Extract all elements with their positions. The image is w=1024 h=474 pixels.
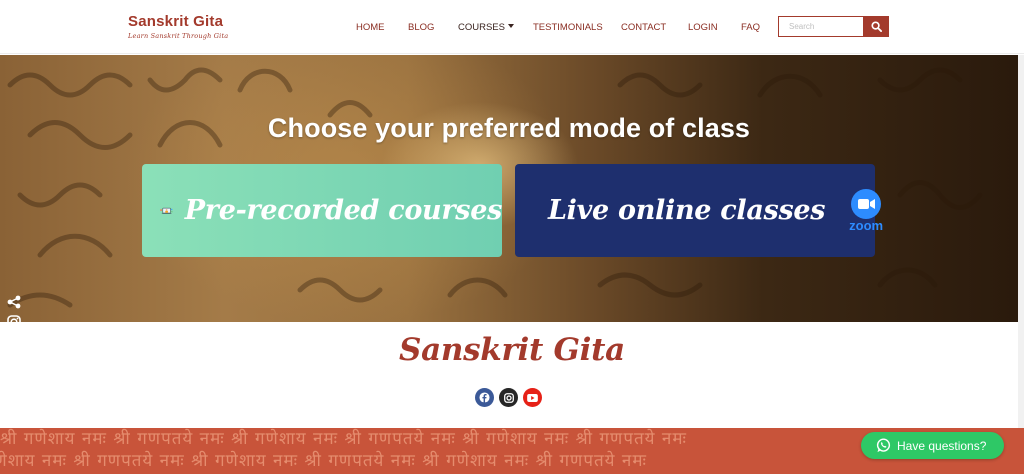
live-online-classes-label: Live online classes — [548, 195, 826, 226]
instagram-icon[interactable] — [499, 388, 518, 407]
prerecorded-courses-label: Pre-recorded courses — [184, 195, 503, 226]
caret-down-icon — [507, 24, 514, 28]
zoom-wordmark: zoom — [849, 217, 884, 233]
whatsapp-chat-button[interactable]: Have questions? — [861, 432, 1004, 459]
footer-brand-title: Sanskrit Gita — [399, 332, 625, 368]
brand-title: Sanskrit Gita — [128, 13, 224, 30]
whatsapp-icon — [876, 438, 891, 453]
social-links — [475, 388, 542, 407]
band-text-row-2: श्री गणेशाय नमः श्री गणपतये नमः श्री गणे… — [0, 451, 647, 471]
facebook-icon[interactable] — [475, 388, 494, 407]
nav-login[interactable]: LOGIN — [688, 22, 718, 33]
zoom-logo: zoom — [849, 188, 884, 233]
share-icon[interactable] — [5, 292, 23, 312]
nav-courses-dropdown[interactable]: COURSES — [458, 22, 514, 33]
nav-testimonials[interactable]: TESTIMONIALS — [533, 22, 603, 33]
floating-social-bar — [5, 292, 23, 322]
search-icon — [870, 21, 882, 32]
search-button[interactable] — [863, 16, 889, 37]
nav-blog[interactable]: BLOG — [408, 22, 434, 33]
nav-faq[interactable]: FAQ — [741, 22, 760, 33]
nav-contact[interactable]: CONTACT — [621, 22, 666, 33]
brand-logo[interactable]: Sanskrit Gita Learn Sanskrit Through Git… — [128, 13, 228, 40]
hero-banner: Choose your preferred mode of class Pre-… — [0, 55, 1018, 322]
nav-courses-label: COURSES — [458, 22, 505, 33]
search-input[interactable] — [778, 16, 864, 37]
instagram-icon[interactable] — [5, 312, 23, 322]
band-text-row-1: श्री गणेशाय नमः श्री गणपतये नमः श्री गणे… — [0, 429, 687, 449]
youtube-icon[interactable] — [523, 388, 542, 407]
top-navbar: Sanskrit Gita Learn Sanskrit Through Git… — [0, 0, 1024, 54]
zoom-camera-icon — [851, 188, 882, 219]
live-online-classes-card[interactable]: Live online classes zoom — [515, 164, 883, 257]
whatsapp-label: Have questions? — [897, 438, 987, 453]
brand-tagline: Learn Sanskrit Through Gita — [128, 32, 229, 40]
prerecorded-courses-card[interactable]: Pre-recorded courses — [142, 164, 502, 257]
hero-title: Choose your preferred mode of class — [267, 113, 751, 143]
nav-home[interactable]: HOME — [356, 22, 385, 33]
search-form — [778, 16, 889, 37]
page-scrollbar[interactable] — [1018, 55, 1024, 428]
online-learning-icon — [160, 207, 173, 214]
